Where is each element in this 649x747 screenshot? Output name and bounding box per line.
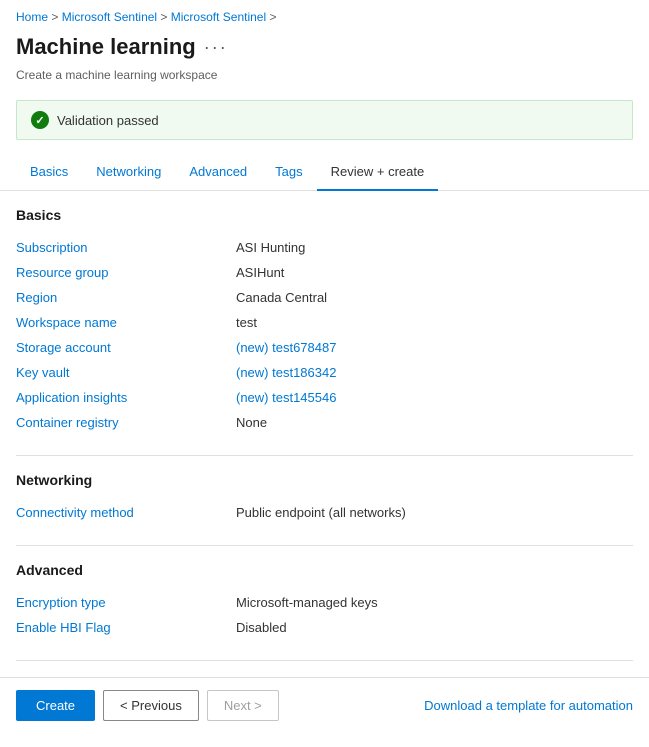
field-value-key-vault: (new) test186342 [236,365,336,380]
field-label-encryption-type: Encryption type [16,595,236,610]
advanced-section-title: Advanced [16,562,633,578]
field-value-resource-group: ASIHunt [236,265,284,280]
tab-networking[interactable]: Networking [82,154,175,191]
field-region: Region Canada Central [16,285,633,310]
validation-text: Validation passed [57,113,159,128]
previous-button[interactable]: < Previous [103,690,199,721]
field-label-application-insights: Application insights [16,390,236,405]
field-value-container-registry: None [236,415,267,430]
field-label-hbi-flag: Enable HBI Flag [16,620,236,635]
page-subtitle: Create a machine learning workspace [0,68,649,92]
validation-banner: Validation passed [16,100,633,140]
breadcrumb: Home > Microsoft Sentinel > Microsoft Se… [0,0,649,30]
tabs-container: Basics Networking Advanced Tags Review +… [0,154,649,191]
field-value-encryption-type: Microsoft-managed keys [236,595,378,610]
basics-section-title: Basics [16,207,633,223]
field-value-hbi-flag: Disabled [236,620,287,635]
field-label-region: Region [16,290,236,305]
field-resource-group: Resource group ASIHunt [16,260,633,285]
field-connectivity-method: Connectivity method Public endpoint (all… [16,500,633,525]
field-label-resource-group: Resource group [16,265,236,280]
main-content: Basics Subscription ASI Hunting Resource… [0,191,649,747]
field-label-key-vault: Key vault [16,365,236,380]
field-value-subscription: ASI Hunting [236,240,305,255]
tab-review-create[interactable]: Review + create [317,154,439,191]
create-button[interactable]: Create [16,690,95,721]
breadcrumb-home[interactable]: Home [16,10,48,24]
field-key-vault: Key vault (new) test186342 [16,360,633,385]
field-value-region: Canada Central [236,290,327,305]
advanced-section: Advanced Encryption type Microsoft-manag… [16,562,633,640]
networking-section: Networking Connectivity method Public en… [16,472,633,525]
field-label-workspace-name: Workspace name [16,315,236,330]
next-button: Next > [207,690,279,721]
breadcrumb-sentinel-2[interactable]: Microsoft Sentinel [171,10,266,24]
tab-tags[interactable]: Tags [261,154,316,191]
divider-3 [16,660,633,661]
field-storage-account: Storage account (new) test678487 [16,335,633,360]
page-title: Machine learning [16,34,196,60]
divider-1 [16,455,633,456]
networking-section-title: Networking [16,472,633,488]
field-label-connectivity-method: Connectivity method [16,505,236,520]
tab-advanced[interactable]: Advanced [175,154,261,191]
field-label-container-registry: Container registry [16,415,236,430]
field-value-application-insights: (new) test145546 [236,390,336,405]
field-encryption-type: Encryption type Microsoft-managed keys [16,590,633,615]
divider-2 [16,545,633,546]
field-container-registry: Container registry None [16,410,633,435]
field-workspace-name: Workspace name test [16,310,633,335]
field-value-workspace-name: test [236,315,257,330]
validation-check-icon [31,111,49,129]
footer: Create < Previous Next > Download a temp… [0,677,649,733]
field-application-insights: Application insights (new) test145546 [16,385,633,410]
breadcrumb-sentinel-1[interactable]: Microsoft Sentinel [62,10,157,24]
tab-basics[interactable]: Basics [16,154,82,191]
field-value-storage-account: (new) test678487 [236,340,336,355]
field-label-storage-account: Storage account [16,340,236,355]
field-label-subscription: Subscription [16,240,236,255]
page-header: Machine learning ··· [0,30,649,68]
automation-link[interactable]: Download a template for automation [424,698,633,713]
more-options-icon[interactable]: ··· [204,37,228,58]
field-value-connectivity-method: Public endpoint (all networks) [236,505,406,520]
field-hbi-flag: Enable HBI Flag Disabled [16,615,633,640]
basics-section: Basics Subscription ASI Hunting Resource… [16,207,633,435]
field-subscription: Subscription ASI Hunting [16,235,633,260]
